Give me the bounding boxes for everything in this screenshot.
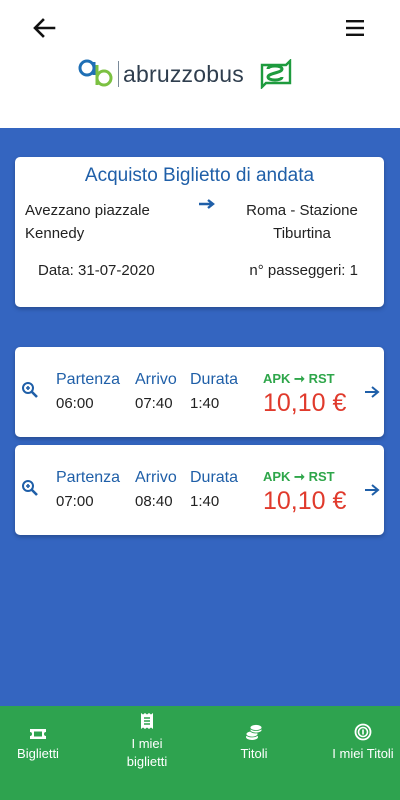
- logo-text: abruzzobus: [123, 60, 244, 87]
- copyright-circle-icon: [354, 723, 372, 741]
- zoom-in-icon[interactable]: [21, 479, 39, 497]
- summary-title: Acquisto Biglietto di andata: [84, 165, 315, 186]
- receipt-icon: [141, 713, 153, 729]
- trip-option[interactable]: Partenza 06:00 Arrivo 07:40 Durata 1:40 …: [15, 347, 384, 437]
- arrival-header: Arrivo: [135, 371, 177, 388]
- bottom-navigation: Biglietti I miei biglietti Titoli I miei…: [0, 706, 400, 800]
- zoom-in-icon[interactable]: [21, 381, 39, 399]
- departure-time: 06:00: [56, 395, 94, 412]
- arrival-time: 07:40: [135, 395, 173, 412]
- departure-column: Partenza 07:00: [56, 469, 120, 510]
- back-arrow-icon[interactable]: [30, 14, 58, 42]
- passenger-count: n° passeggeri: 1: [249, 262, 358, 279]
- arrival-time: 08:40: [135, 493, 173, 510]
- ticket-icon: [30, 729, 46, 739]
- departure-header: Partenza: [56, 469, 121, 486]
- arrow-right-icon[interactable]: [364, 483, 380, 497]
- duration-column: Durata 1:40: [190, 371, 238, 412]
- departure-stop: Avezzano piazzale Kennedy: [25, 202, 150, 242]
- arrow-right-icon[interactable]: [364, 385, 380, 399]
- ab-monogram-icon: [78, 59, 113, 87]
- departure-header: Partenza: [56, 371, 121, 388]
- arrival-column: Arrivo 08:40: [135, 469, 177, 510]
- trip-price: 10,10 €: [263, 487, 347, 515]
- route-codes: APK ➞ RST: [263, 469, 335, 484]
- coins-icon: [245, 724, 263, 740]
- logo-divider: [118, 61, 119, 87]
- route-arrow-icon: [199, 199, 215, 209]
- nav-item-biglietti[interactable]: Biglietti: [0, 706, 76, 800]
- duration-header: Durata: [190, 469, 239, 486]
- abruzzobus-logo: abruzzobus: [76, 56, 294, 92]
- purchase-summary-card: Acquisto Biglietto di andata Avezzano pi…: [15, 157, 384, 307]
- nav-label-biglietti: Biglietti: [17, 746, 59, 761]
- departure-time: 07:00: [56, 493, 94, 510]
- arrival-stop: Roma - Stazione Tiburtina: [246, 202, 358, 242]
- duration-value: 1:40: [190, 395, 220, 412]
- duration-column: Durata 1:40: [190, 469, 238, 510]
- trip-price: 10,10 €: [263, 389, 347, 417]
- travel-date: Data: 31-07-2020: [38, 262, 155, 279]
- duration-header: Durata: [190, 371, 239, 388]
- route-codes: APK ➞ RST: [263, 371, 335, 386]
- arrival-header: Arrivo: [135, 469, 177, 486]
- nav-label-titoli: Titoli: [240, 746, 268, 761]
- region-emblem-icon: [260, 59, 292, 89]
- hamburger-menu-icon[interactable]: [342, 14, 368, 42]
- arrival-column: Arrivo 07:40: [135, 371, 177, 412]
- nav-item-i-miei-titoli[interactable]: I miei Titoli: [326, 706, 400, 800]
- duration-value: 1:40: [190, 493, 220, 510]
- nav-item-titoli[interactable]: Titoli: [216, 706, 292, 800]
- nav-label-i-miei-biglietti: I miei biglietti: [126, 736, 168, 769]
- trip-option[interactable]: Partenza 07:00 Arrivo 08:40 Durata 1:40 …: [15, 445, 384, 535]
- nav-label-i-miei-titoli: I miei Titoli: [332, 746, 394, 761]
- app-header: abruzzobus: [0, 0, 400, 128]
- departure-column: Partenza 06:00: [56, 371, 120, 412]
- nav-item-i-miei-biglietti[interactable]: I miei biglietti: [110, 706, 184, 800]
